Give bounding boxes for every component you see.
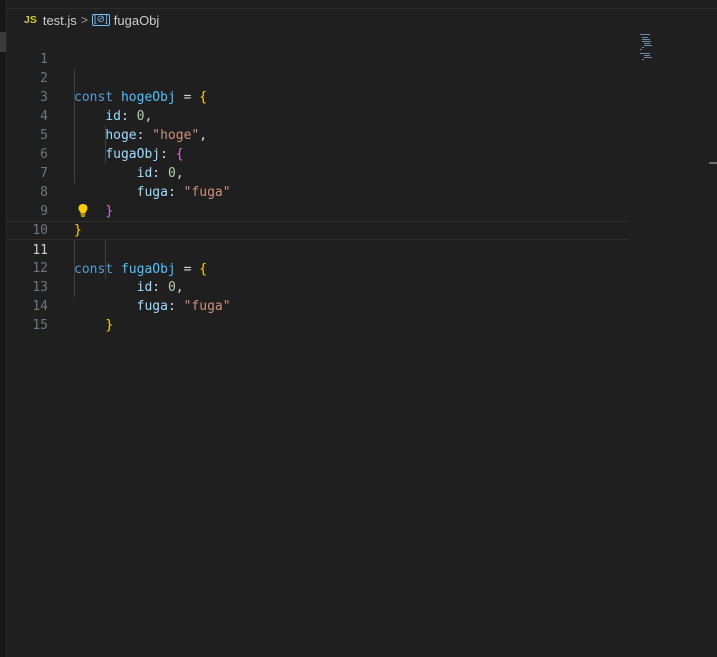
breadcrumb-file[interactable]: test.js	[43, 13, 77, 28]
code-line[interactable]: 8 }	[6, 164, 629, 219]
code-line[interactable]: 4 hoge: "hoge",	[6, 88, 629, 143]
code-line[interactable]: 15	[6, 297, 629, 333]
code-line-current[interactable]: 11 const fugaObj = {	[6, 221, 629, 277]
bracket-token: }	[105, 318, 114, 333]
code-editor[interactable]: 1 2 const hogeObj = { 3 id: 0, 4 hoge: "…	[6, 31, 717, 657]
minimap[interactable]	[636, 33, 660, 63]
chevron-right-icon: >	[80, 13, 88, 27]
line-number: 15	[32, 318, 48, 333]
code-line[interactable]: 9 }	[6, 183, 629, 238]
vertical-scrollbar[interactable]	[709, 31, 717, 657]
lightbulb-icon[interactable]	[76, 203, 90, 217]
scrollbar-cursor-marker	[709, 162, 717, 164]
code-line[interactable]: 2 const hogeObj = {	[6, 50, 629, 105]
code-text: }	[74, 316, 113, 335]
code-line[interactable]: 10	[6, 202, 629, 238]
tab-divider	[6, 8, 717, 9]
code-line[interactable]: 1	[6, 31, 629, 67]
code-line[interactable]: 13 fuga: "fuga"	[6, 259, 629, 314]
code-line[interactable]: 14 }	[6, 278, 629, 333]
code-line[interactable]: 5 fugaObj: {	[6, 107, 629, 162]
breadcrumb-symbol[interactable]: fugaObj	[114, 13, 160, 28]
code-line[interactable]: 12 id: 0,	[6, 240, 629, 295]
code-line[interactable]: 6 id: 0,	[6, 126, 629, 181]
code-line[interactable]: 3 id: 0,	[6, 69, 629, 124]
code-line[interactable]: 7 fuga: "fuga"	[6, 145, 629, 200]
variable-symbol-icon: [⊘]	[91, 14, 110, 26]
breadcrumb: JS test.js > [⊘] fugaObj	[24, 10, 159, 30]
js-file-icon: JS	[24, 14, 37, 26]
